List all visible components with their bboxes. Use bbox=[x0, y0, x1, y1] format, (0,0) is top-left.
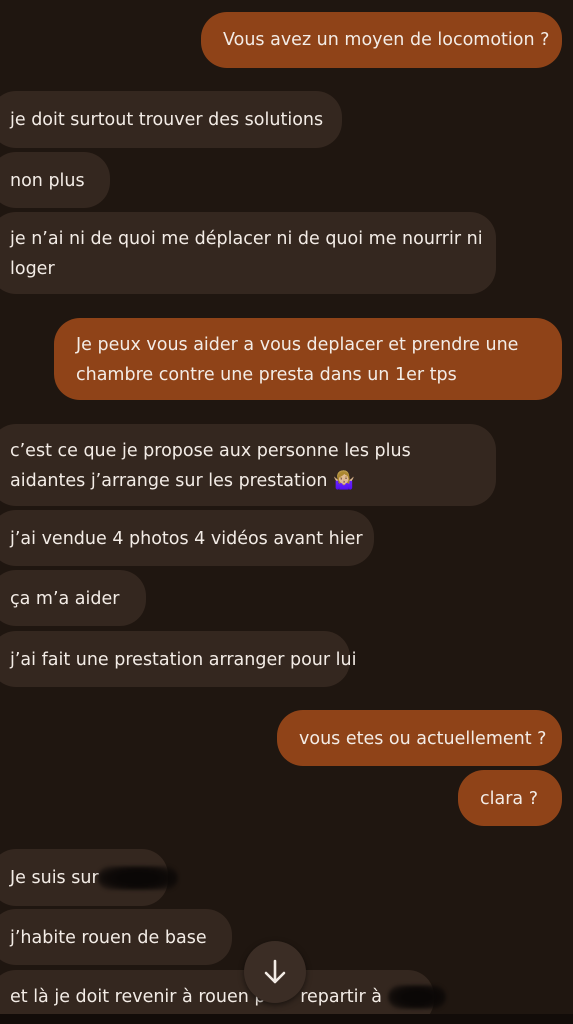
message-text: clara ? bbox=[480, 789, 538, 809]
received-message[interactable]: j’ai fait une prestation arranger pour l… bbox=[0, 631, 356, 687]
message-text: non plus bbox=[10, 171, 85, 191]
message-text: repartir à bbox=[300, 987, 382, 1007]
received-message[interactable]: Je suis sur bbox=[0, 849, 179, 906]
scroll-to-bottom-button[interactable] bbox=[244, 941, 306, 1003]
message-text: ça m’a aider bbox=[10, 589, 120, 609]
message-text-line: loger bbox=[10, 259, 55, 279]
received-message[interactable]: je doit surtout trouver des solutions bbox=[0, 91, 342, 148]
message-text-line: je n’ai ni de quoi me déplacer ni de quo… bbox=[10, 229, 483, 249]
received-message[interactable]: j’habite rouen de base bbox=[0, 909, 232, 965]
sent-message[interactable]: clara ? bbox=[458, 770, 562, 826]
received-message[interactable]: ça m’a aider bbox=[0, 570, 146, 626]
message-text: j’habite rouen de base bbox=[10, 928, 207, 948]
chat-thread[interactable]: Vous avez un moyen de locomotion ? je do… bbox=[0, 0, 573, 1024]
sent-message[interactable]: vous etes ou actuellement ? bbox=[277, 710, 562, 766]
message-text: je doit surtout trouver des solutions bbox=[10, 110, 324, 130]
received-message[interactable]: c’est ce que je propose aux personne les… bbox=[0, 424, 496, 506]
sent-message[interactable]: Vous avez un moyen de locomotion ? bbox=[201, 12, 562, 68]
bottom-edge bbox=[0, 1014, 573, 1024]
sent-message[interactable]: Je peux vous aider a vous deplacer et pr… bbox=[54, 318, 562, 400]
message-text: aidantes j’arrange sur les prestation bbox=[10, 471, 328, 491]
message-text-line: c’est ce que je propose aux personne les… bbox=[10, 441, 411, 461]
message-text-line: Je peux vous aider a vous deplacer et pr… bbox=[76, 335, 519, 355]
message-text-line: chambre contre une presta dans un 1er tp… bbox=[76, 365, 457, 385]
received-message[interactable]: je n’ai ni de quoi me déplacer ni de quo… bbox=[0, 212, 496, 294]
received-message[interactable]: j’ai vendue 4 photos 4 vidéos avant hier bbox=[0, 510, 374, 566]
redaction-blur bbox=[98, 866, 179, 890]
message-text: j’ai fait une prestation arranger pour l… bbox=[10, 650, 357, 670]
received-message[interactable]: non plus bbox=[0, 152, 110, 208]
message-text: Vous avez un moyen de locomotion ? bbox=[223, 30, 550, 50]
shrug-emoji-icon: 🤷🏼‍♀️ bbox=[333, 471, 355, 491]
redaction-blur bbox=[387, 985, 446, 1009]
message-text: j’ai vendue 4 photos 4 vidéos avant hier bbox=[10, 529, 363, 549]
message-text: et là je doit revenir à rouen po bbox=[10, 987, 277, 1007]
message-text-line: aidantes j’arrange sur les prestation 🤷🏼… bbox=[10, 466, 474, 496]
message-text: Je suis sur bbox=[10, 868, 99, 888]
arrow-down-icon bbox=[264, 959, 286, 984]
message-text: vous etes ou actuellement ? bbox=[299, 729, 547, 749]
